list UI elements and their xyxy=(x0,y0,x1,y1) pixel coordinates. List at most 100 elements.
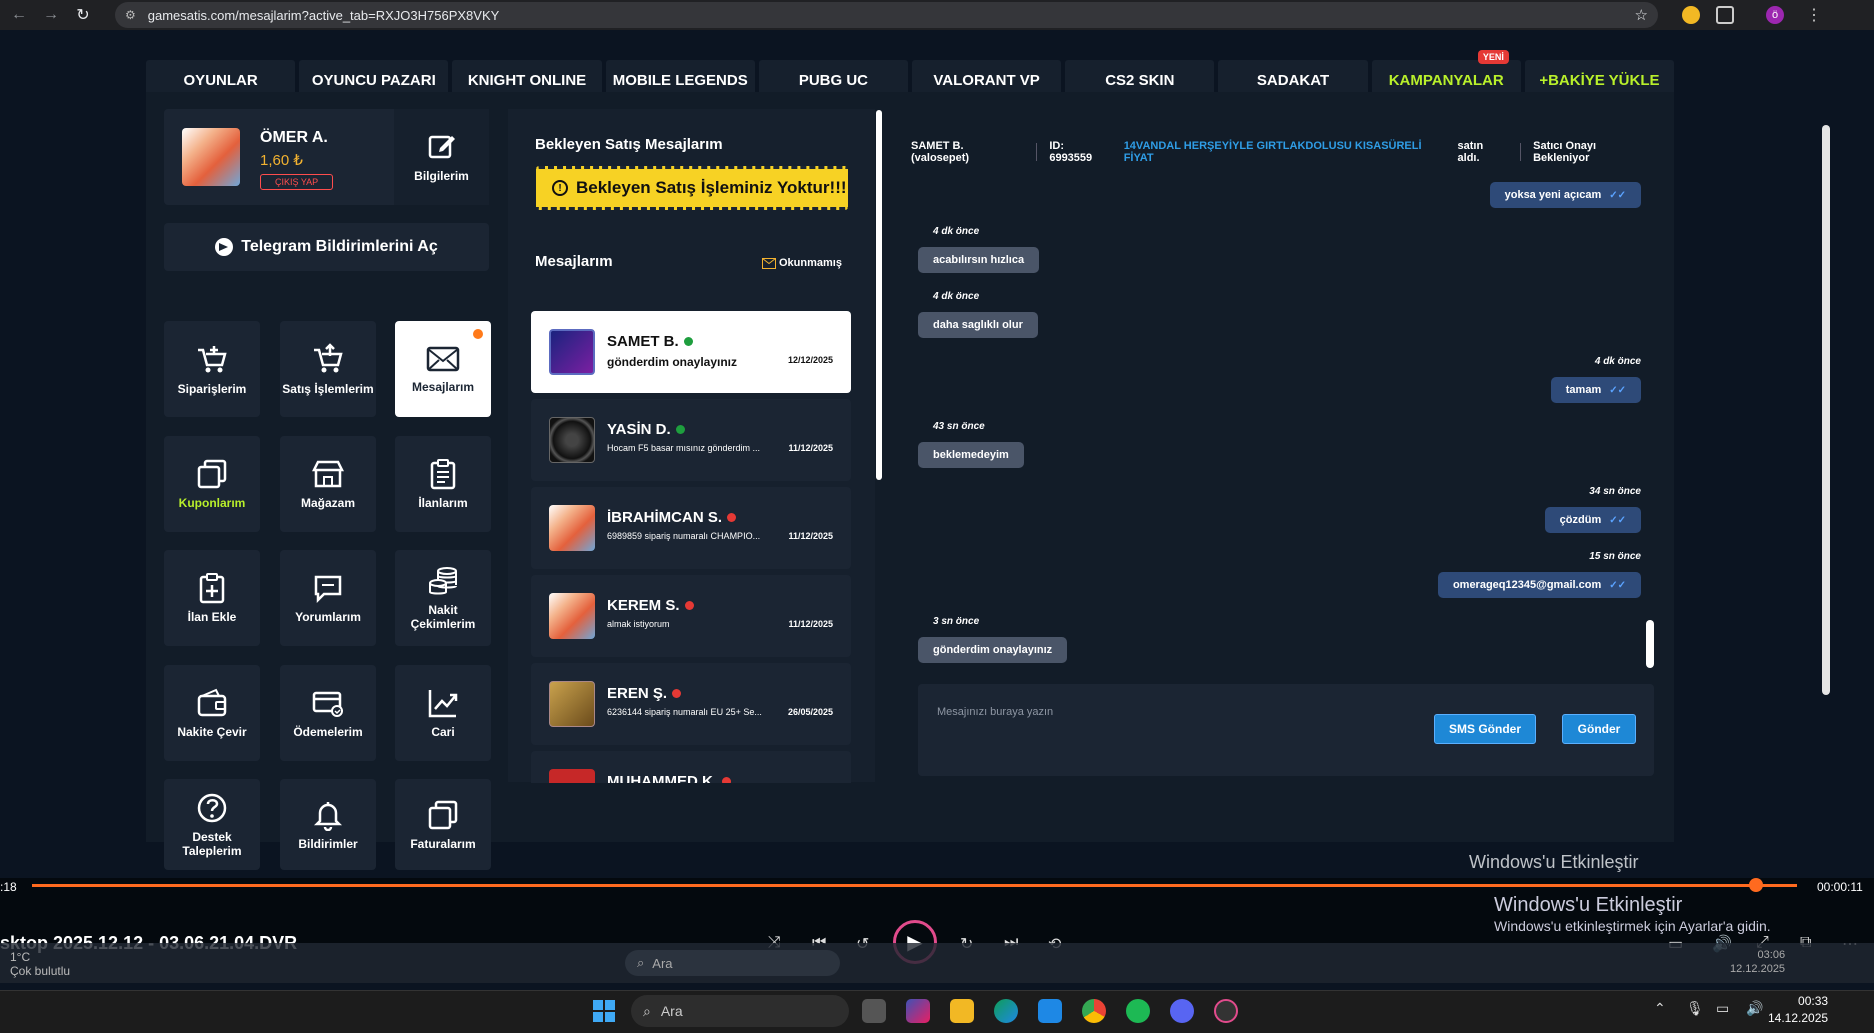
conversation-preview: Hocam F5 basar mısınız gönderdim ... xyxy=(607,443,761,453)
spotify-icon[interactable] xyxy=(1126,999,1150,1023)
url-text: gamesatis.com/mesajlarim?active_tab=RXJO… xyxy=(147,7,500,23)
online-status-dot xyxy=(675,425,685,434)
tile-sales[interactable]: Satış İşlemlerim xyxy=(280,321,376,417)
copilot-icon[interactable] xyxy=(906,999,930,1023)
tile-support[interactable]: Destek Taleplerim xyxy=(164,779,260,870)
tile-convert-cash[interactable]: Nakite Çevir xyxy=(164,665,260,761)
no-pending-sales-banner: ! Bekleyen Satış İşleminiz Yoktur!!! xyxy=(536,166,848,210)
unread-filter[interactable]: Okunmamış xyxy=(762,257,842,269)
info-label: Bilgilerim xyxy=(414,169,469,183)
conversation-item[interactable]: İBRAHİMCAN S. 6989859 sipariş numaralı C… xyxy=(531,487,851,569)
conversation-name: KEREM S. xyxy=(607,597,694,614)
messages-title: Mesajlarım xyxy=(535,253,613,270)
message-outgoing: tamam ✓✓ xyxy=(1550,377,1641,403)
tile-store[interactable]: Mağazam xyxy=(280,436,376,532)
tile-withdrawals[interactable]: Nakit Çekimlerim xyxy=(395,550,491,646)
profile-name: ÖMER A. xyxy=(260,129,328,146)
puzzle-extensions-icon[interactable] xyxy=(1716,6,1734,24)
recorded-clock: 03:06 12.12.2025 xyxy=(1730,948,1785,976)
telegram-notifications-button[interactable]: Telegram Bildirimlerini Aç xyxy=(164,223,489,271)
tile-add-listing[interactable]: İlan Ekle xyxy=(164,550,260,646)
total-time: 00:00:11 xyxy=(1817,880,1863,894)
offline-status-dot xyxy=(672,689,682,698)
conversation-preview: gönderdim onaylayınız xyxy=(607,355,738,369)
store-icon[interactable] xyxy=(1038,999,1062,1023)
windows-taskbar xyxy=(0,990,1874,1033)
question-circle-icon xyxy=(197,793,227,822)
no-pending-text: Bekleyen Satış İşleminiz Yoktur!!! xyxy=(576,178,847,197)
notification-dot xyxy=(473,329,483,339)
unread-label: Okunmamış xyxy=(779,257,842,269)
edge-icon[interactable] xyxy=(994,999,1018,1023)
tile-orders[interactable]: Siparişlerim xyxy=(164,321,260,417)
envelope-icon xyxy=(426,346,460,372)
message-incoming: gönderdim onaylayınız xyxy=(918,637,1068,663)
message-outgoing: çözdüm ✓✓ xyxy=(1544,507,1641,533)
info-button[interactable]: Bilgilerim xyxy=(394,109,489,205)
conversation-item[interactable]: MUHAMMED K. xyxy=(531,751,851,783)
tile-notifications[interactable]: Bildirimler xyxy=(280,779,376,870)
page-scrollbar[interactable] xyxy=(1822,125,1830,695)
back-icon[interactable]: ← xyxy=(6,2,32,28)
recorded-taskbar xyxy=(0,943,1874,983)
conversation-item[interactable]: SAMET B. gönderdim onaylayınız 12/12/202… xyxy=(531,311,851,393)
tile-invoices[interactable]: Faturalarım xyxy=(395,779,491,870)
task-view-icon[interactable] xyxy=(862,999,886,1023)
message-input[interactable]: Mesajınızı buraya yazın SMS Gönder Gönde… xyxy=(918,684,1654,776)
tray-chevron-icon[interactable]: ⌃ xyxy=(1654,1000,1666,1017)
menu-kebab-icon[interactable]: ⋮ xyxy=(1806,5,1822,25)
reload-icon[interactable]: ↻ xyxy=(70,2,96,28)
site-settings-icon[interactable]: ⚙ xyxy=(125,8,136,22)
tile-label: Destek Taleplerim xyxy=(182,829,242,858)
message-incoming: daha saglıklı olur xyxy=(918,312,1038,338)
tile-payments[interactable]: Ödemelerim xyxy=(280,665,376,761)
media-player-icon[interactable] xyxy=(1214,999,1238,1023)
chrome-icon[interactable] xyxy=(1082,999,1106,1023)
tile-listings[interactable]: İlanlarım xyxy=(395,436,491,532)
taskbar-search[interactable]: ⌕ Ara xyxy=(631,995,849,1027)
conversation-item[interactable]: YASİN D. Hocam F5 basar mısınız gönderdi… xyxy=(531,399,851,481)
sms-send-button[interactable]: SMS Gönder xyxy=(1434,714,1536,744)
message-input-placeholder: Mesajınızı buraya yazın xyxy=(937,706,1054,718)
nav-kampanyalar-label: KAMPANYALAR xyxy=(1388,71,1504,89)
tile-messages[interactable]: Mesajlarım xyxy=(395,321,491,417)
conversation-name-text: YASİN D. xyxy=(607,421,671,438)
taskbar-clock[interactable]: 00:33 14.12.2025 xyxy=(1768,993,1828,1027)
send-button[interactable]: Gönder xyxy=(1562,714,1636,744)
envelope-icon xyxy=(762,257,776,269)
discord-icon[interactable] xyxy=(1170,999,1194,1023)
read-check-icon: ✓✓ xyxy=(1609,514,1626,526)
bookmark-star-icon[interactable]: ☆ xyxy=(1635,6,1648,24)
progress-knob[interactable] xyxy=(1749,878,1763,892)
progress-bar[interactable] xyxy=(32,884,1797,887)
profile-avatar[interactable]: ö xyxy=(1766,6,1784,24)
address-bar[interactable]: ⚙ gamesatis.com/mesajlarim?active_tab=RX… xyxy=(115,2,1658,28)
logout-button[interactable]: ÇIKIŞ YAP xyxy=(260,174,334,190)
tile-label: İlan Ekle xyxy=(187,610,237,624)
chat-scrollbar[interactable] xyxy=(1646,620,1654,668)
conversation-date: 11/12/2025 xyxy=(788,443,833,453)
network-icon[interactable]: ▭ xyxy=(1716,1000,1729,1017)
conversation-item[interactable]: EREN Ş. 6236144 sipariş numaralı EU 25+ … xyxy=(531,663,851,745)
microphone-icon[interactable]: 🎙 xyxy=(1686,1000,1704,1017)
search-label: Ara xyxy=(652,955,673,971)
conversation-name-text: EREN Ş. xyxy=(607,685,668,702)
recorded-date: 12.12.2025 xyxy=(1730,963,1786,975)
conversation-item[interactable]: KEREM S. almak istiyorum 11/12/2025 xyxy=(531,575,851,657)
windows-start-icon[interactable] xyxy=(592,999,616,1023)
tile-coupons[interactable]: Kuponlarım xyxy=(164,436,260,532)
windows-activation-subtitle: Windows'u etkinleştirmek için Ayarlar'a … xyxy=(1494,918,1771,934)
conversation-list: SAMET B. gönderdim onaylayınız 12/12/202… xyxy=(531,280,852,783)
tile-account[interactable]: Cari xyxy=(395,665,491,761)
product-link[interactable]: 14VANDAL HERŞEYİYLE GIRTLAKDOLUSU KISASÜ… xyxy=(1124,140,1454,164)
messages-scrollbar[interactable] xyxy=(876,110,882,480)
file-explorer-icon[interactable] xyxy=(950,999,974,1023)
volume-icon[interactable]: 🔊 xyxy=(1746,1000,1763,1017)
tile-reviews[interactable]: Yorumlarım xyxy=(280,550,376,646)
tile-label: İlanlarım xyxy=(418,496,468,510)
conversation-date: 26/05/2025 xyxy=(787,707,833,717)
tile-label: Faturalarım xyxy=(410,836,476,851)
extension-icon[interactable] xyxy=(1682,6,1700,24)
forward-icon[interactable]: → xyxy=(38,2,64,28)
chat-header: SAMET B. (valosepet) ID: 6993559 14VANDA… xyxy=(903,139,1655,165)
